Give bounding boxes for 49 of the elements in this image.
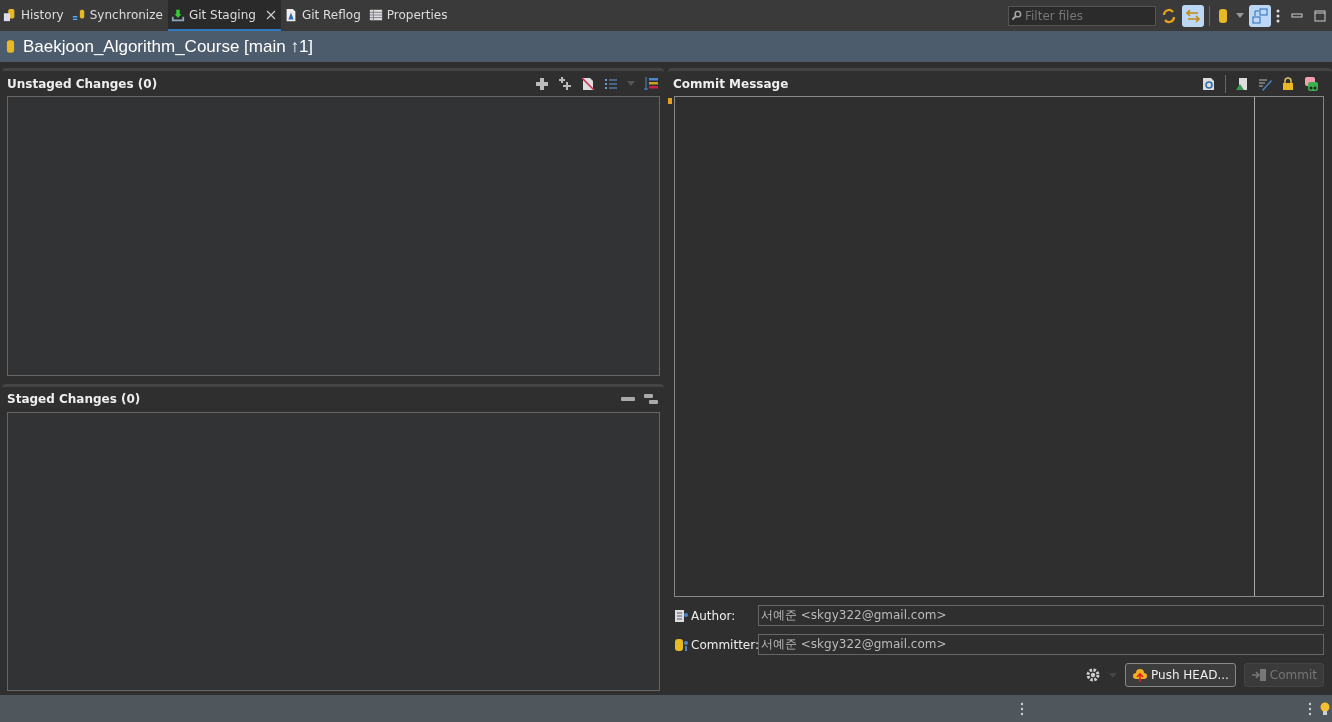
filter-field[interactable]: Filter files [1008,5,1156,26]
signed-off-icon[interactable] [1304,76,1318,91]
hint-marker-icon [668,98,672,104]
committer-label: Committer: [691,637,758,652]
status-grip-icon[interactable] [1308,700,1312,717]
link-selection-button[interactable] [1182,4,1204,27]
layout-toggle-button[interactable] [1249,4,1271,27]
maximize-icon[interactable] [1314,9,1326,22]
refresh-arrows-icon[interactable] [1161,7,1177,24]
repository-title: Baekjoon_Algorithm_Course [main ↑1] [23,36,314,57]
pen-icon[interactable] [1258,76,1272,91]
cylinder-person-icon [674,637,688,652]
author-field[interactable]: 서예준 <skgy322@gmail.com> [758,605,1324,626]
double-minus-icon[interactable] [644,392,658,406]
table-icon [368,7,383,22]
document-person-icon [674,608,688,623]
plus-icon[interactable] [535,76,549,91]
close-icon[interactable] [265,9,276,20]
committer-field[interactable]: 서예준 <skgy322@gmail.com> [758,634,1324,655]
view-tab[interactable]: Git Staging [167,0,281,31]
lock-icon[interactable] [1281,76,1295,91]
section-title: Staged Changes (0) [7,392,141,406]
document-search-icon[interactable] [1202,76,1216,91]
double-plus-icon[interactable] [558,76,572,91]
author-label: Author: [691,608,737,623]
list-icon[interactable] [604,76,618,91]
caret-icon[interactable] [1236,13,1244,18]
arrow-into-box-icon [1250,667,1267,683]
cloud-upload-icon [1132,667,1149,683]
more-options-icon[interactable] [1276,7,1280,24]
view-tab[interactable]: Properties [365,0,453,31]
cylinder-icon [71,7,86,22]
view-tab[interactable]: Synchronize [68,0,168,31]
sort-bars-icon[interactable] [644,76,658,91]
lightbulb-icon[interactable] [1320,700,1330,717]
repository-icon [6,39,15,54]
settings-icon[interactable] [1085,667,1102,683]
section-title: Unstaged Changes (0) [7,76,158,91]
download-tray-icon [170,7,185,22]
document-tree-icon[interactable] [1235,76,1249,91]
status-grip-icon[interactable] [1020,700,1024,717]
crossed-document-icon[interactable] [581,76,595,91]
section-title: Commit Message [673,76,789,91]
push-head-button[interactable]: Push HEAD... [1125,663,1236,687]
commit-message-field[interactable] [674,96,1324,597]
view-tab[interactable]: History [0,0,69,31]
cylinder-icon [3,7,17,22]
search-icon [1011,9,1022,21]
view-tab[interactable]: Git Reflog [280,0,366,31]
